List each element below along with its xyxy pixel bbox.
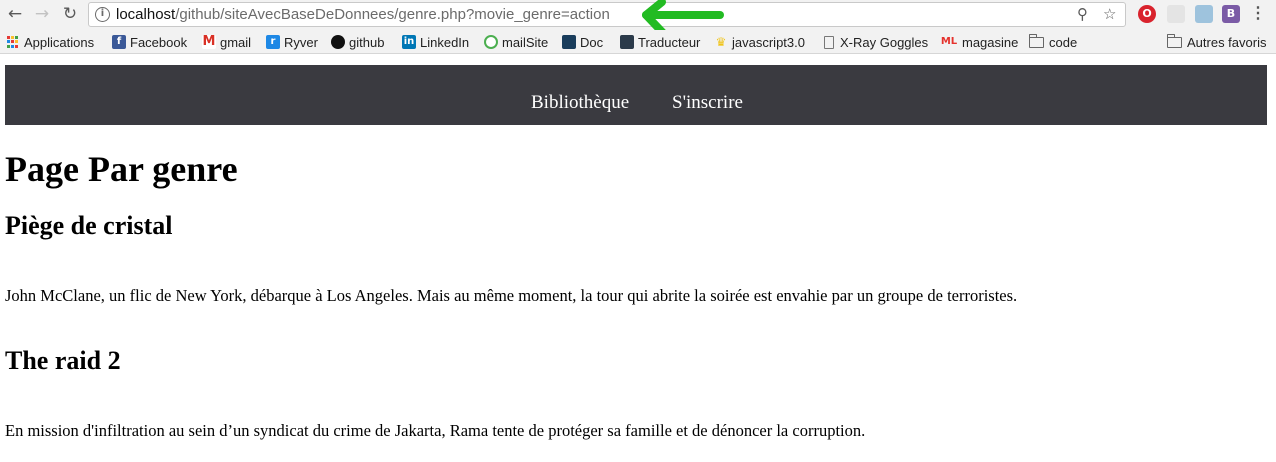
page-icon bbox=[824, 35, 834, 49]
forward-arrow-icon[interactable]: → bbox=[31, 3, 53, 25]
reload-icon[interactable]: ↻ bbox=[59, 3, 81, 25]
bookmark-label: Applications bbox=[24, 34, 95, 50]
bookmark-ryver[interactable]: r Ryver bbox=[266, 33, 318, 51]
back-arrow-icon[interactable]: ← bbox=[4, 3, 26, 25]
extension-tool-icon[interactable] bbox=[1195, 5, 1213, 23]
bookmark-label: X-Ray Goggles bbox=[840, 34, 929, 50]
bookmarks-bar: Applications f Facebook M gmail r Ryver … bbox=[0, 30, 1276, 54]
ml-icon: ML bbox=[940, 36, 958, 47]
bookmark-label: Facebook bbox=[130, 34, 188, 50]
url-path: /github/siteAvecBaseDeDonnees/genre.php?… bbox=[175, 6, 610, 23]
movie-description: John McClane, un flic de New York, débar… bbox=[5, 286, 1018, 305]
bookmark-magasine[interactable]: ML magasine bbox=[940, 33, 1019, 51]
bookmark-label: Ryver bbox=[284, 34, 318, 50]
info-icon[interactable]: i bbox=[95, 7, 110, 22]
bookmark-label: javascript3.0 bbox=[732, 34, 805, 50]
ryver-icon: r bbox=[266, 35, 280, 49]
bookmark-label: Traducteur bbox=[638, 34, 701, 50]
bookmark-doc[interactable]: Doc bbox=[562, 33, 603, 51]
bookmark-label: mailSite bbox=[502, 34, 549, 50]
bookmark-label: github bbox=[349, 34, 385, 50]
bookmark-label: Autres favoris bbox=[1187, 34, 1267, 50]
folder-icon bbox=[1028, 33, 1044, 48]
nav-link-sinscrire[interactable]: S'inscrire bbox=[672, 92, 743, 114]
url-text[interactable]: localhost/github/siteAvecBaseDeDonnees/g… bbox=[116, 6, 610, 23]
bookmark-xray-goggles[interactable]: X-Ray Goggles bbox=[824, 33, 928, 51]
folder-icon bbox=[1166, 33, 1182, 48]
bookmark-mailsite[interactable]: mailSite bbox=[484, 33, 548, 51]
bookmark-label: LinkedIn bbox=[420, 34, 470, 50]
mailsite-icon bbox=[484, 35, 498, 49]
facebook-icon: f bbox=[112, 35, 126, 49]
bookmark-label: code bbox=[1049, 34, 1078, 50]
linkedin-icon: in bbox=[402, 35, 416, 49]
bootstrap-extension-icon[interactable]: B bbox=[1222, 5, 1240, 23]
github-icon bbox=[331, 35, 345, 49]
bookmark-label: magasine bbox=[962, 34, 1019, 50]
bookmark-code[interactable]: code bbox=[1028, 33, 1078, 51]
browser-menu-icon[interactable]: ⋮ bbox=[1250, 3, 1266, 23]
translator-icon bbox=[620, 35, 634, 49]
movie-title: Piège de cristal bbox=[5, 211, 173, 240]
browser-toolbar: ← → ↻ i localhost/github/siteAvecBaseDeD… bbox=[0, 0, 1276, 30]
bookmark-label: Doc bbox=[580, 34, 604, 50]
gmail-icon: M bbox=[202, 34, 216, 49]
movie-title: The raid 2 bbox=[5, 346, 121, 375]
nav-link-bibliotheque[interactable]: Bibliothèque bbox=[531, 92, 629, 114]
bookmark-github[interactable]: github bbox=[331, 33, 384, 51]
bookmark-applications[interactable]: Applications bbox=[6, 33, 94, 51]
opera-extension-icon[interactable]: O bbox=[1138, 5, 1156, 23]
bookmark-gmail[interactable]: M gmail bbox=[202, 33, 251, 51]
bookmark-traducteur[interactable]: Traducteur bbox=[620, 33, 700, 51]
apps-grid-icon bbox=[6, 35, 20, 49]
bookmark-star-icon[interactable]: ☆ bbox=[1103, 5, 1116, 23]
bookmark-label: gmail bbox=[220, 34, 252, 50]
doc-icon bbox=[562, 35, 576, 49]
movie-description: En mission d'infiltration au sein d’un s… bbox=[5, 421, 866, 440]
zoom-icon[interactable]: ⚲ bbox=[1077, 5, 1088, 23]
site-navbar: Bibliothèque S'inscrire bbox=[5, 65, 1267, 125]
page-title: Page Par genre bbox=[5, 149, 238, 189]
address-bar[interactable]: i localhost/github/siteAvecBaseDeDonnees… bbox=[88, 2, 1126, 27]
bookmark-javascript[interactable]: ♛ javascript3.0 bbox=[714, 33, 805, 51]
crown-icon: ♛ bbox=[715, 35, 727, 49]
bookmark-facebook[interactable]: f Facebook bbox=[112, 33, 187, 51]
url-host: localhost bbox=[116, 6, 176, 23]
extension-icon[interactable] bbox=[1167, 5, 1185, 23]
bookmark-linkedin[interactable]: in LinkedIn bbox=[402, 33, 469, 51]
bookmark-other-favorites[interactable]: Autres favoris bbox=[1166, 33, 1267, 51]
